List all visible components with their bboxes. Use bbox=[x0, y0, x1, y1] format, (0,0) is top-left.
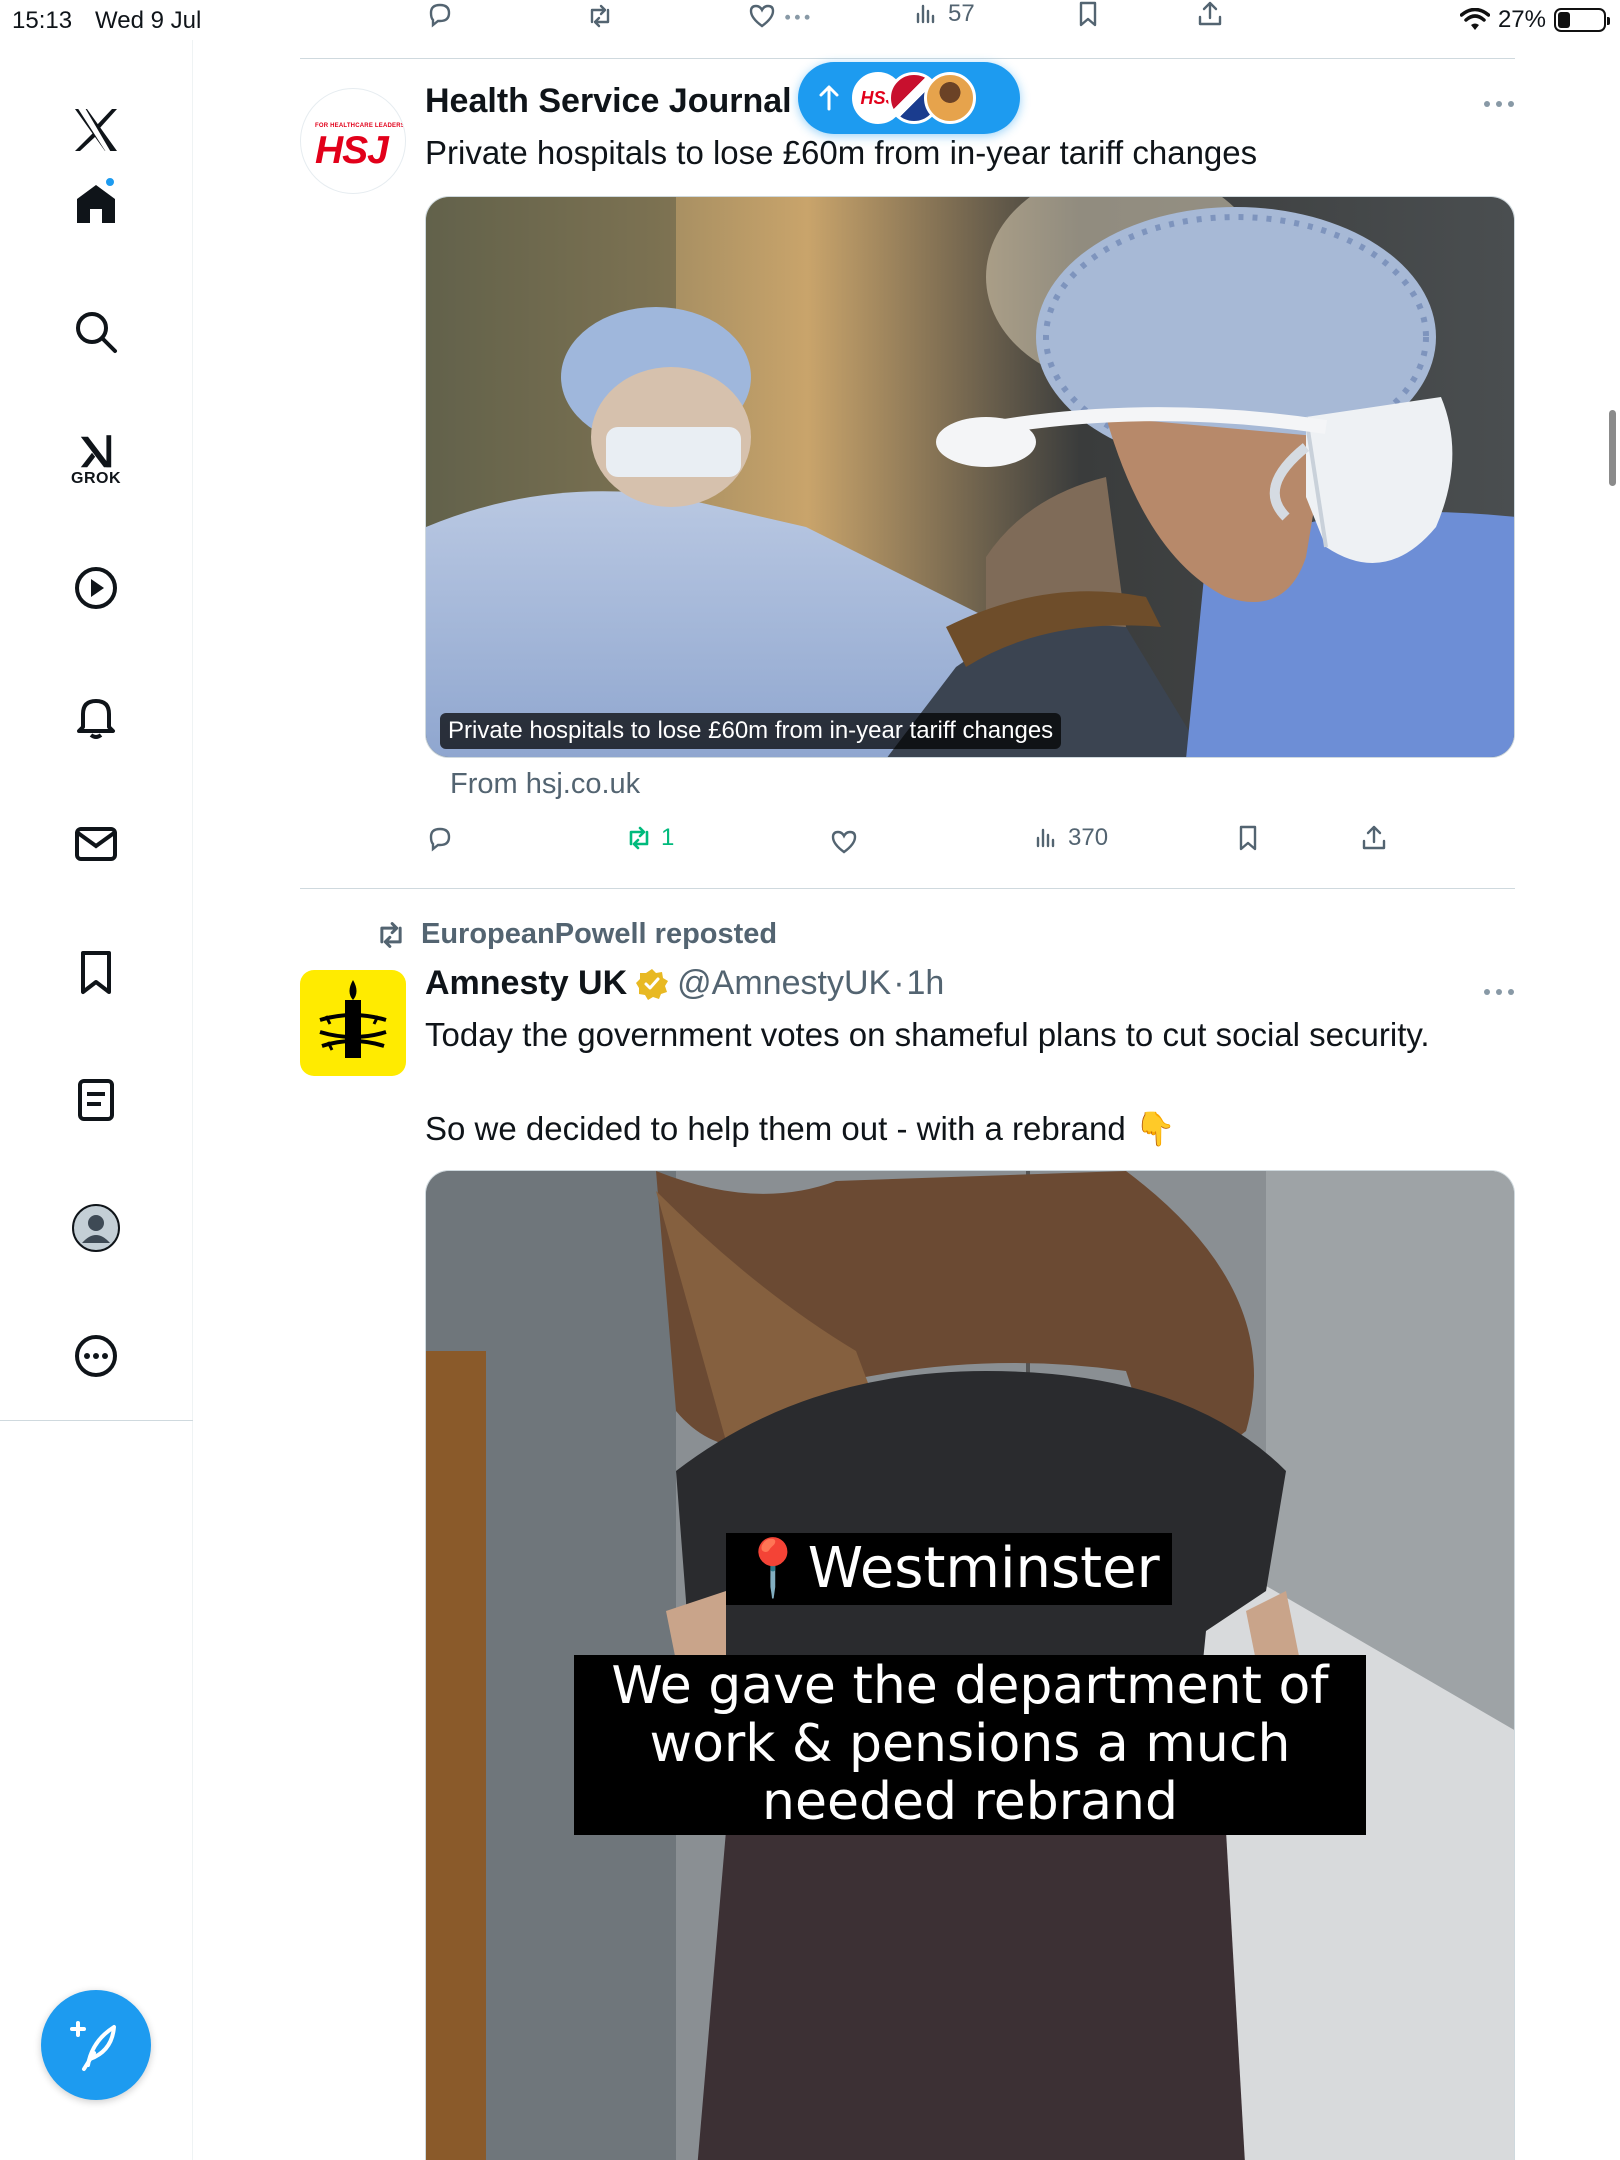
sidebar: GROK bbox=[0, 40, 193, 2160]
sidebar-item-bookmarks[interactable] bbox=[52, 928, 140, 1016]
sidebar-item-messages[interactable] bbox=[52, 800, 140, 888]
tweet-timestamp[interactable]: 1h bbox=[907, 964, 945, 1003]
heart-icon bbox=[831, 830, 857, 854]
surgeons-photo bbox=[426, 197, 1514, 757]
status-time: 15:13 bbox=[12, 7, 73, 34]
tweet-video[interactable]: 📍Westminster We gave the department of w… bbox=[425, 1170, 1515, 2160]
sidebar-item-grok[interactable]: GROK bbox=[52, 416, 140, 504]
video-caption-line-1: We gave the department of bbox=[611, 1656, 1329, 1716]
avatar-text: HSJ bbox=[315, 129, 389, 172]
views-icon bbox=[1036, 828, 1055, 848]
author-handle[interactable]: @AmnestyUK bbox=[677, 964, 891, 1003]
mail-icon bbox=[75, 827, 117, 861]
sidebar-item-notifications[interactable] bbox=[52, 672, 140, 760]
more-dots-icon bbox=[785, 14, 810, 20]
views-button[interactable]: 57 bbox=[912, 0, 975, 28]
link-source[interactable]: From hsj.co.uk bbox=[450, 768, 640, 801]
sidebar-item-profile[interactable] bbox=[52, 1184, 140, 1272]
video-caption-line-2: work & pensions a much bbox=[649, 1714, 1291, 1774]
repost-icon bbox=[629, 826, 649, 850]
more-circle-icon bbox=[75, 1335, 117, 1377]
timeline-feed: 57 FOR HEALTHCARE LEADERS HSJ Health Ser… bbox=[300, 0, 1515, 2160]
new-post-avatar bbox=[924, 72, 976, 124]
scrollbar[interactable] bbox=[1609, 410, 1616, 486]
previous-tweet-actions: 57 bbox=[300, 0, 1300, 40]
repost-icon bbox=[590, 4, 610, 28]
link-card-image[interactable]: Private hospitals to lose £60m from in-y… bbox=[425, 196, 1515, 758]
more-options-button[interactable] bbox=[1483, 86, 1515, 120]
reply-button[interactable] bbox=[426, 824, 454, 852]
list-icon bbox=[78, 1079, 114, 1121]
tweet-divider bbox=[300, 888, 1515, 889]
repost-by-label: EuropeanPowell reposted bbox=[421, 918, 778, 950]
reply-button[interactable] bbox=[426, 0, 454, 28]
verified-badge-icon bbox=[636, 968, 669, 1000]
like-button[interactable] bbox=[748, 2, 812, 30]
avatar[interactable]: FOR HEALTHCARE LEADERS HSJ bbox=[300, 88, 406, 194]
new-posts-button[interactable]: HSJ bbox=[798, 62, 1020, 134]
views-count: 370 bbox=[1068, 824, 1109, 851]
tweet-actions: 1 370 bbox=[300, 824, 1386, 864]
grok-icon bbox=[80, 435, 112, 468]
compose-button[interactable] bbox=[41, 1990, 151, 2100]
amnesty-candle-logo bbox=[319, 980, 387, 1058]
sidebar-item-videos[interactable] bbox=[52, 544, 140, 632]
more-options-button[interactable] bbox=[1483, 974, 1515, 1008]
repost-button[interactable] bbox=[586, 2, 614, 30]
views-count: 57 bbox=[948, 0, 975, 27]
video-caption-line-3: needed rebrand bbox=[762, 1772, 1178, 1832]
play-icon bbox=[75, 567, 117, 609]
video-caption-main: We gave the department of work & pension… bbox=[574, 1655, 1366, 1835]
author-name[interactable]: Amnesty UK bbox=[425, 964, 627, 1003]
sidebar-item-home[interactable] bbox=[52, 160, 140, 248]
tweet-divider bbox=[300, 58, 1515, 59]
share-icon bbox=[1198, 1, 1222, 26]
search-icon bbox=[76, 312, 117, 353]
bell-icon bbox=[77, 699, 115, 739]
repost-icon bbox=[380, 921, 402, 948]
heart-icon bbox=[749, 4, 775, 28]
media-caption: Private hospitals to lose £60m from in-y… bbox=[440, 713, 1062, 749]
sidebar-item-lists[interactable] bbox=[52, 1056, 140, 1144]
tweet-text-line-2: So we decided to help them out - with a … bbox=[425, 1110, 1177, 1147]
battery-fill bbox=[1558, 12, 1570, 28]
sidebar-item-explore[interactable] bbox=[52, 288, 140, 376]
grok-label: GROK bbox=[71, 470, 121, 487]
views-icon bbox=[916, 4, 935, 24]
more-dots-icon bbox=[1484, 101, 1514, 107]
bookmark-icon bbox=[81, 951, 111, 994]
repost-count: 1 bbox=[661, 824, 675, 851]
share-button[interactable] bbox=[1360, 824, 1388, 852]
tweet-text-line-1: Today the government votes on shameful p… bbox=[425, 1016, 1430, 1053]
bookmark-button[interactable] bbox=[1234, 824, 1262, 852]
tweet-text: Private hospitals to lose £60m from in-y… bbox=[425, 134, 1258, 171]
like-button[interactable] bbox=[830, 828, 858, 856]
share-button[interactable] bbox=[1196, 0, 1224, 28]
share-icon bbox=[1362, 825, 1386, 850]
bookmark-button[interactable] bbox=[1074, 0, 1102, 28]
more-dots-icon bbox=[1484, 989, 1514, 995]
reply-icon bbox=[429, 827, 451, 852]
home-badge bbox=[104, 176, 116, 188]
author-name[interactable]: Health Service Journal bbox=[425, 82, 792, 121]
profile-icon bbox=[72, 1204, 120, 1252]
compose-plus-icon bbox=[70, 2021, 116, 2071]
status-date: Wed 9 Jul bbox=[95, 7, 202, 34]
views-button[interactable]: 370 bbox=[1032, 824, 1108, 852]
avatar[interactable] bbox=[300, 970, 406, 1076]
reply-icon bbox=[429, 3, 451, 28]
video-caption-location: 📍Westminster bbox=[726, 1533, 1172, 1605]
bookmark-icon bbox=[1239, 825, 1257, 851]
repost-attribution[interactable]: EuropeanPowell reposted bbox=[375, 918, 777, 951]
bookmark-icon bbox=[1079, 1, 1097, 27]
arrow-up-icon bbox=[819, 85, 839, 111]
header-separator: · bbox=[893, 964, 905, 1002]
battery-icon bbox=[1554, 8, 1610, 32]
repost-button[interactable]: 1 bbox=[625, 824, 674, 852]
sidebar-item-more[interactable] bbox=[52, 1312, 140, 1400]
sidebar-separator bbox=[0, 1420, 193, 1421]
